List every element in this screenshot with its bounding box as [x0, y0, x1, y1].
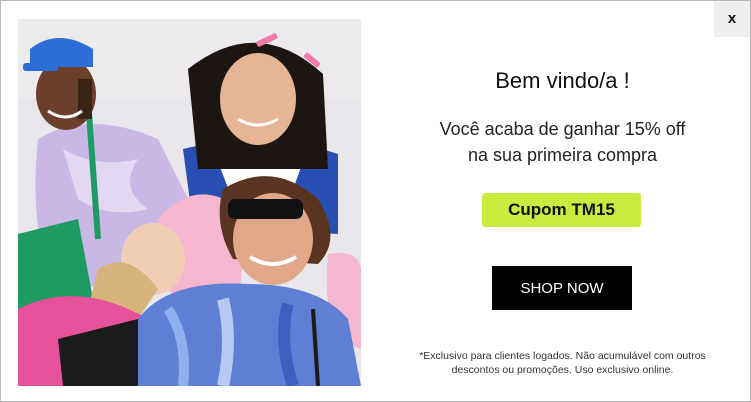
disclaimer-line: descontos ou promoções. Uso exclusivo on… [451, 364, 674, 376]
photo-illustration [18, 19, 361, 386]
discount-message: Você acaba de ganhar 15% off na sua prim… [401, 116, 724, 168]
welcome-title: Bem vindo/a ! [495, 68, 630, 93]
discount-message-line: Você acaba de ganhar 15% off [439, 119, 686, 139]
coupon-code-badge: Cupom TM15 [482, 193, 641, 227]
shop-now-button[interactable]: SHOP NOW [492, 266, 632, 310]
disclaimer-line: *Exclusivo para clientes logados. Não ac… [419, 350, 706, 362]
discount-message-line: na sua primeira compra [467, 145, 658, 165]
welcome-popup: x Bem vindo/a ! Você acaba de ganhar 15%… [0, 0, 751, 402]
promo-photo [18, 19, 361, 386]
disclaimer-text: *Exclusivo para clientes logados. Não ac… [401, 349, 724, 377]
promo-content: Bem vindo/a ! Você acaba de ganhar 15% o… [401, 1, 724, 401]
